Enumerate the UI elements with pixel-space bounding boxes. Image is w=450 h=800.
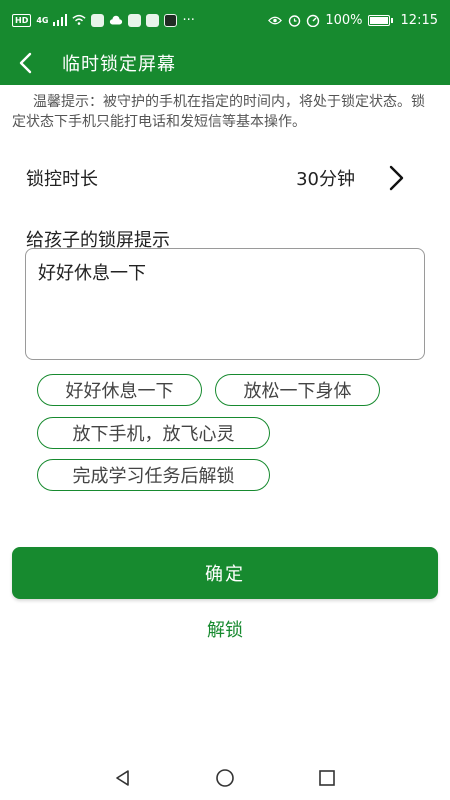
chip-relax[interactable]: 放松一下身体 (215, 374, 380, 406)
clock: 12:15 (400, 12, 438, 28)
battery-percent: 100% (325, 12, 363, 28)
eye-icon (268, 13, 283, 27)
signal-icon (53, 13, 68, 27)
nav-back-button[interactable] (111, 766, 135, 790)
page-title: 临时锁定屏幕 (62, 53, 176, 75)
lock-hint-input[interactable]: 好好休息一下 (25, 248, 425, 360)
speedometer-icon (306, 13, 320, 27)
square-recents-icon (319, 769, 335, 786)
battery-icon (367, 14, 393, 26)
chip-put-down-phone[interactable]: 放下手机，放飞心灵 (37, 417, 270, 449)
circle-home-icon (216, 768, 234, 787)
app-bar: 临时锁定屏幕 (0, 40, 450, 85)
app-icon-1 (91, 13, 105, 27)
app-icon-3 (146, 13, 160, 27)
back-button[interactable] (0, 40, 50, 85)
chevron-right-icon (389, 165, 404, 191)
unlock-button[interactable]: 解锁 (0, 616, 450, 642)
confirm-button[interactable]: 确定 (12, 547, 438, 599)
signal-label: 4G (36, 15, 49, 25)
chip-finish-study[interactable]: 完成学习任务后解锁 (37, 459, 270, 491)
wifi-icon (72, 13, 87, 27)
lock-duration-value: 30分钟 (296, 169, 355, 190)
tip-text: 温馨提示：被守护的手机在指定的时间内，将处于锁定状态。锁定状态下手机只能打电话和… (12, 94, 425, 130)
system-nav-bar (0, 755, 450, 800)
status-bar-right: 100% 12:15 (268, 13, 438, 28)
lock-duration-row[interactable]: 锁控时长 30分钟 (0, 160, 450, 196)
chip-rest[interactable]: 好好休息一下 (37, 374, 202, 406)
status-bar-left: HD 4G ··· (12, 13, 195, 28)
more-notifications-icon: ··· (182, 12, 195, 28)
lock-duration-label: 锁控时长 (26, 169, 98, 190)
triangle-back-icon (116, 769, 129, 786)
back-arrow-icon (19, 52, 32, 73)
status-bar: HD 4G ··· 100% 12:15 (0, 0, 450, 40)
tiktok-icon (164, 13, 178, 27)
alarm-icon (287, 13, 301, 27)
nav-recents-button[interactable] (315, 766, 339, 790)
cloud-icon (109, 13, 123, 27)
nav-home-button[interactable] (213, 766, 237, 790)
hd-indicator: HD (12, 13, 32, 27)
app-icon-2 (128, 13, 142, 27)
